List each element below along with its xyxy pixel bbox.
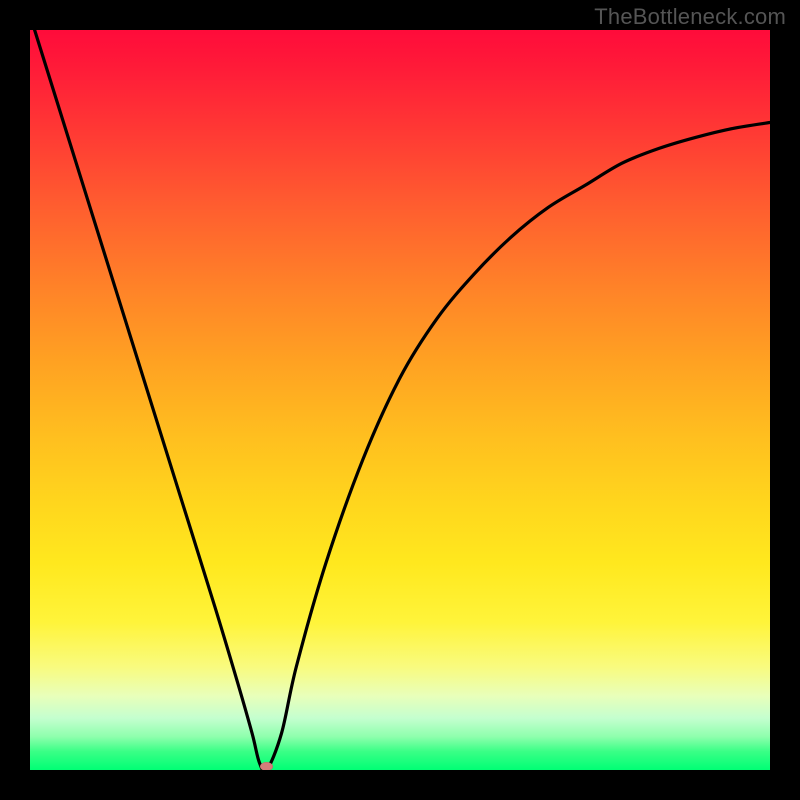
bottleneck-curve [30,30,770,770]
chart-frame: TheBottleneck.com [0,0,800,800]
plot-area [30,30,770,770]
optimal-point-marker [260,762,273,770]
watermark-text: TheBottleneck.com [594,4,786,30]
